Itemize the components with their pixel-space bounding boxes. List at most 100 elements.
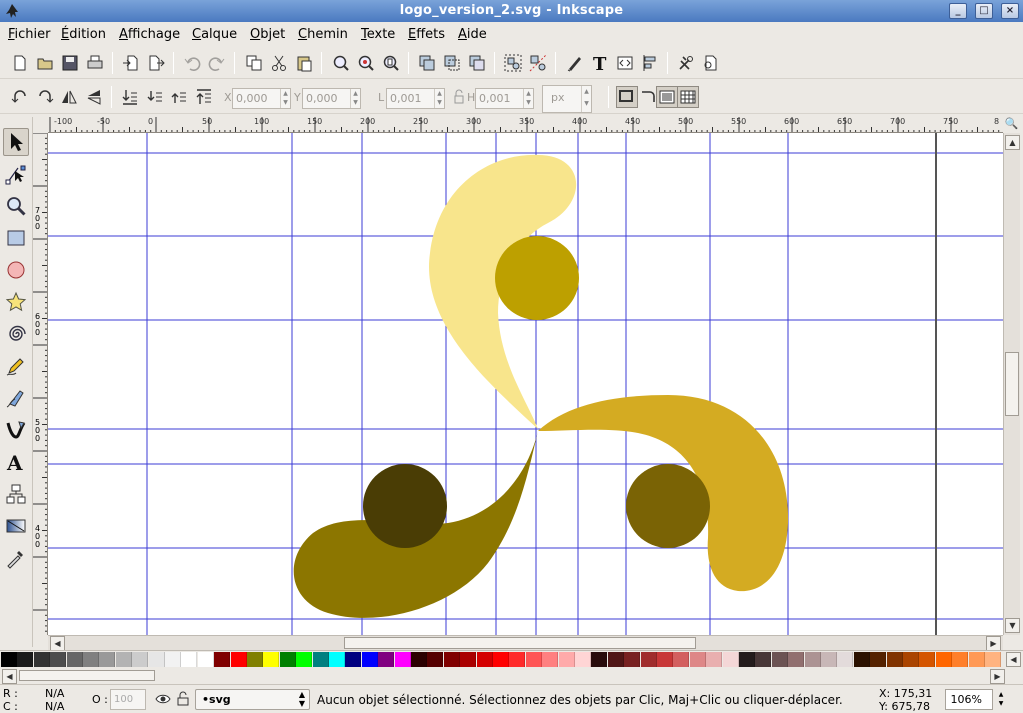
unit-select[interactable]: px ▲ ▼ — [542, 85, 592, 113]
unlink-clone-icon[interactable] — [466, 52, 488, 74]
color-swatch[interactable] — [279, 652, 296, 667]
color-swatch[interactable] — [230, 652, 247, 667]
rotate-cw-icon[interactable] — [34, 86, 56, 108]
color-swatch[interactable] — [345, 652, 362, 667]
width-field[interactable]: 0,001 ▲ ▼ — [386, 88, 445, 109]
color-swatch[interactable] — [378, 652, 395, 667]
spiral-icon[interactable] — [3, 320, 29, 348]
color-swatch[interactable] — [493, 652, 509, 667]
color-swatch[interactable] — [542, 652, 559, 667]
layer-select[interactable]: •svg ▲ ▼ — [195, 689, 310, 710]
pencil-icon[interactable] — [3, 352, 29, 380]
color-swatch[interactable] — [755, 652, 772, 667]
ungroup-icon[interactable] — [527, 52, 549, 74]
cut-icon[interactable] — [268, 52, 290, 74]
zoom-icon[interactable] — [3, 192, 29, 220]
color-swatch[interactable] — [919, 652, 936, 667]
color-swatch[interactable] — [853, 652, 870, 667]
eye-icon[interactable] — [155, 691, 171, 707]
transform-gradients-icon[interactable] — [656, 86, 678, 108]
color-swatch[interactable] — [329, 652, 345, 667]
palette-scrollbar[interactable]: ◀ ▶ — [0, 668, 1023, 684]
palette-scroll-left-icon[interactable]: ◀ — [2, 669, 17, 684]
color-swatch[interactable] — [624, 652, 641, 667]
darkest-circle[interactable] — [363, 464, 447, 548]
color-swatch[interactable] — [427, 652, 444, 667]
color-swatch[interactable] — [525, 652, 542, 667]
menu-affichage[interactable]: Affichage — [119, 27, 180, 42]
color-swatch[interactable] — [181, 652, 198, 667]
color-swatch[interactable] — [83, 652, 99, 667]
minimize-button[interactable]: _ — [949, 3, 967, 19]
duplicate-icon[interactable] — [416, 52, 438, 74]
menu-effets[interactable]: Effets — [408, 27, 445, 42]
color-swatch[interactable] — [706, 652, 723, 667]
connector-icon[interactable] — [3, 480, 29, 508]
color-swatch[interactable] — [214, 652, 231, 667]
color-swatch[interactable] — [312, 652, 329, 667]
ellipse-icon[interactable] — [3, 256, 29, 284]
color-swatch[interactable] — [640, 652, 657, 667]
color-swatch[interactable] — [591, 652, 608, 667]
color-swatch[interactable] — [33, 652, 50, 667]
redo-icon[interactable] — [206, 52, 228, 74]
mustard-circle[interactable] — [495, 236, 579, 320]
menu-texte[interactable]: Texte — [361, 27, 395, 42]
menu-aide[interactable]: Aide — [458, 27, 487, 42]
palette-menu-icon[interactable]: ◀ — [1006, 652, 1021, 667]
gradient-icon[interactable] — [3, 512, 29, 540]
preferences-icon[interactable] — [675, 52, 697, 74]
transform-patterns-icon[interactable] — [677, 86, 699, 108]
color-swatch[interactable] — [739, 652, 755, 667]
menu-calque[interactable]: Calque — [192, 27, 237, 42]
color-swatch[interactable] — [476, 652, 493, 667]
zoom-corner-icon[interactable]: 🔍 — [1003, 117, 1020, 133]
color-swatch[interactable] — [148, 652, 165, 667]
group-icon[interactable] — [502, 52, 524, 74]
import-icon[interactable] — [120, 52, 142, 74]
zoom-selection-icon[interactable] — [330, 52, 352, 74]
color-swatch[interactable] — [673, 652, 690, 667]
color-swatch[interactable] — [17, 652, 34, 667]
color-swatch[interactable] — [99, 652, 116, 667]
color-swatch[interactable] — [788, 652, 805, 667]
palette-scroll-thumb[interactable] — [19, 670, 155, 681]
fill-stroke-icon[interactable] — [564, 52, 586, 74]
node-icon[interactable] — [3, 160, 29, 188]
scroll-right-icon[interactable]: ▶ — [986, 636, 1001, 651]
color-swatch[interactable] — [903, 652, 919, 667]
lower-icon[interactable] — [144, 86, 166, 108]
color-swatch[interactable] — [558, 652, 575, 667]
horizontal-scroll-thumb[interactable] — [344, 637, 696, 649]
close-button[interactable]: × — [1001, 3, 1019, 19]
dark-olive-circle[interactable] — [626, 464, 710, 548]
flip-horizontal-icon[interactable] — [58, 86, 80, 108]
export-icon[interactable] — [145, 52, 167, 74]
rotate-ccw-icon[interactable] — [9, 86, 31, 108]
save-icon[interactable] — [59, 52, 81, 74]
color-swatch[interactable] — [870, 652, 887, 667]
vertical-scrollbar[interactable]: ▲ ▼ — [1003, 133, 1020, 635]
color-swatch[interactable] — [657, 652, 673, 667]
color-swatch[interactable] — [689, 652, 706, 667]
lock-layer-icon[interactable] — [176, 691, 190, 707]
star-icon[interactable] — [3, 288, 29, 316]
color-swatch[interactable] — [722, 652, 739, 667]
color-swatch[interactable] — [952, 652, 969, 667]
color-swatch[interactable] — [821, 652, 837, 667]
color-swatch[interactable] — [804, 652, 821, 667]
copy-icon[interactable] — [243, 52, 265, 74]
undo-icon[interactable] — [181, 52, 203, 74]
y-field[interactable]: 0,000 ▲ ▼ — [302, 88, 361, 109]
color-swatch[interactable] — [968, 652, 985, 667]
color-swatch[interactable] — [607, 652, 624, 667]
color-swatch[interactable] — [575, 652, 591, 667]
color-swatch[interactable] — [296, 652, 313, 667]
scale-stroke-icon[interactable] — [616, 86, 638, 108]
color-swatch[interactable] — [411, 652, 427, 667]
zoom-page-icon[interactable] — [380, 52, 402, 74]
horizontal-scrollbar[interactable]: ◀ ▶ — [48, 635, 1003, 651]
color-swatch[interactable] — [361, 652, 378, 667]
raise-icon[interactable] — [168, 86, 190, 108]
scroll-up-icon[interactable]: ▲ — [1005, 135, 1020, 150]
